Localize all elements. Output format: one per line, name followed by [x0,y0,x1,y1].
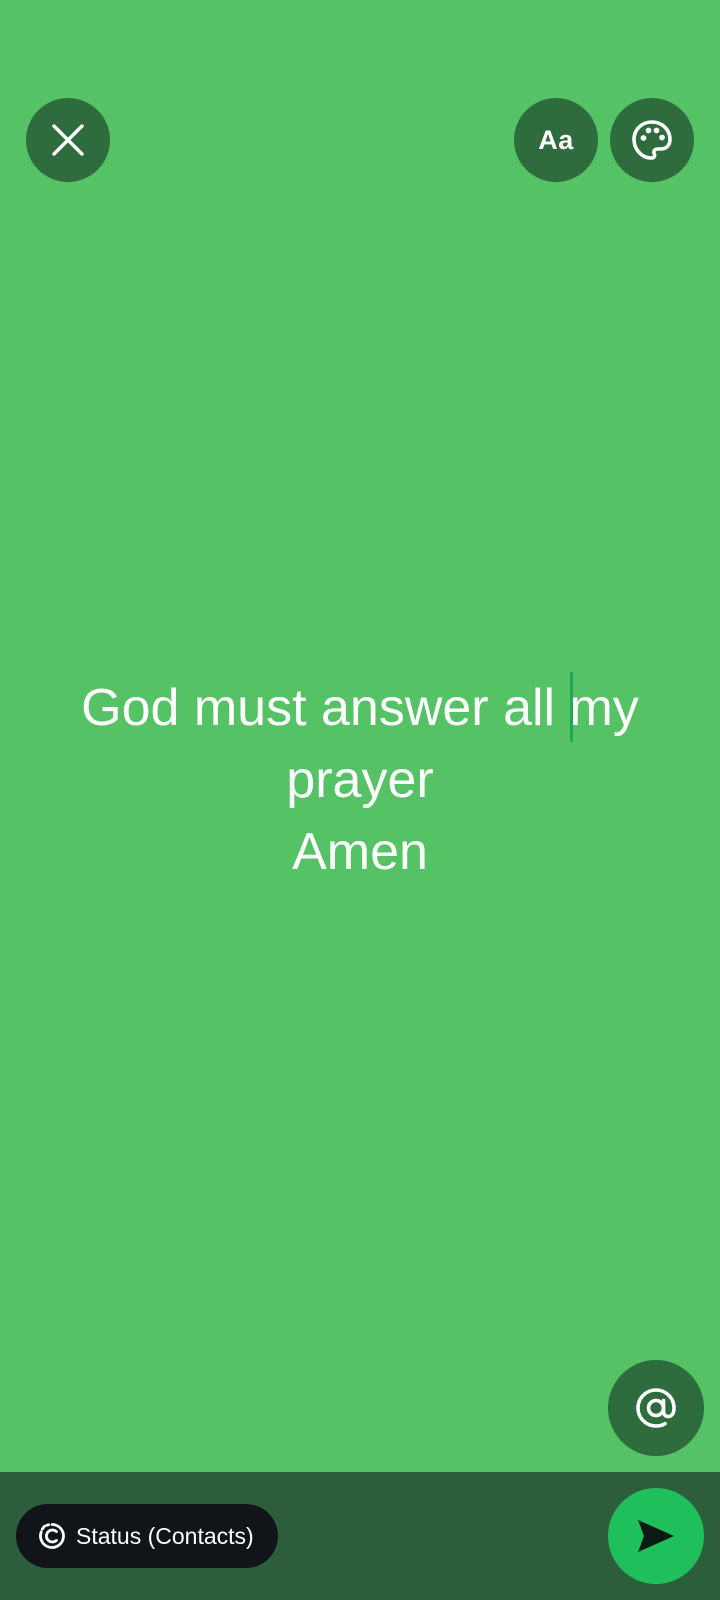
palette-icon [632,120,672,160]
bottom-bar: Status (Contacts) [0,1472,720,1600]
status-canvas[interactable]: Aa God must answer all my prayer Amen [0,0,720,1472]
close-icon [52,124,84,156]
status-ring-icon [38,1522,66,1550]
color-palette-button[interactable] [610,98,694,182]
send-icon [638,1520,674,1552]
at-sign-icon [636,1388,676,1428]
status-audience-label: Status (Contacts) [76,1522,254,1549]
font-style-label: Aa [538,124,574,155]
text-cursor [570,672,573,742]
close-button[interactable] [26,98,110,182]
mention-button[interactable] [608,1360,704,1456]
font-style-button[interactable]: Aa [514,98,598,182]
status-audience-button[interactable]: Status (Contacts) [16,1504,278,1568]
status-text-input[interactable]: God must answer all my prayer Amen [40,672,680,888]
send-button[interactable] [608,1488,704,1584]
